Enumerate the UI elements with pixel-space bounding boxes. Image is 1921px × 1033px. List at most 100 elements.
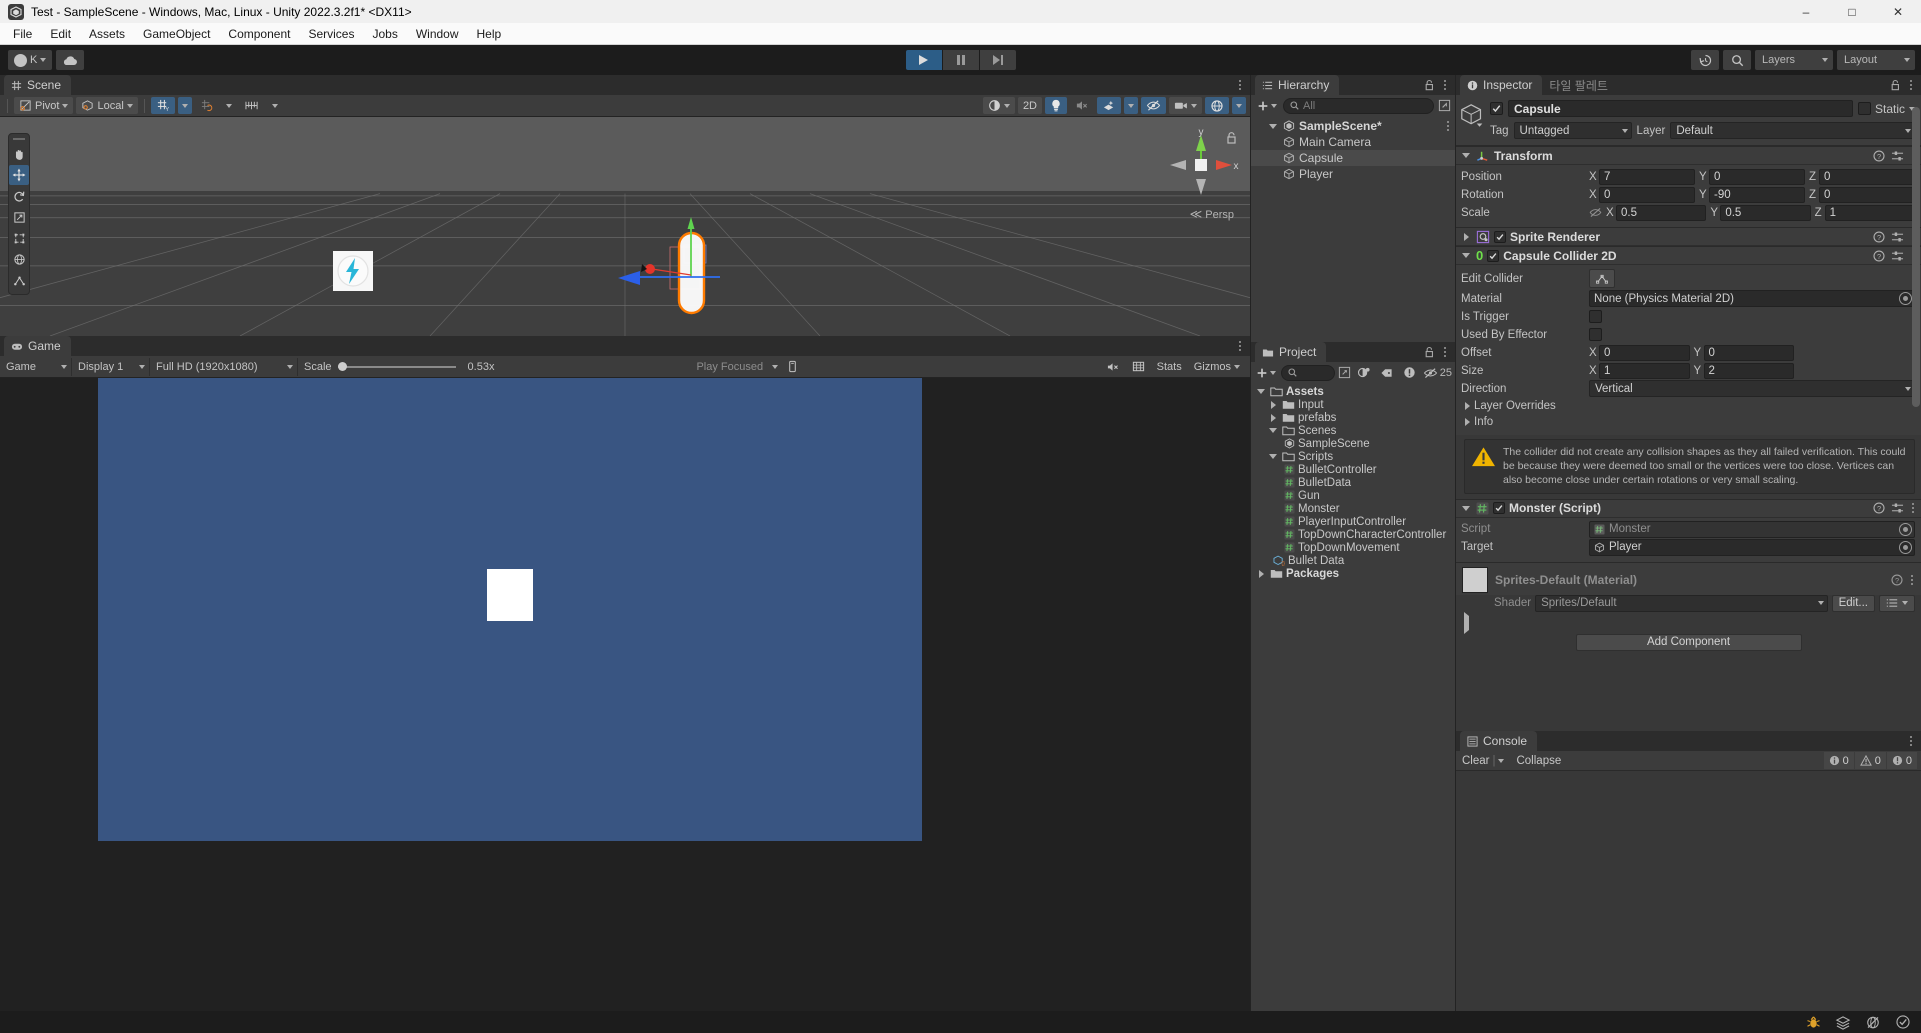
hierarchy-search-box[interactable] bbox=[1283, 97, 1434, 114]
preset-icon[interactable] bbox=[1891, 250, 1904, 262]
tab-console[interactable]: Console bbox=[1460, 731, 1538, 751]
project-item-bulletdata[interactable]: BulletData bbox=[1251, 476, 1455, 489]
resolution-dropdown[interactable]: Full HD (1920x1080) bbox=[150, 357, 298, 376]
expand-toggle[interactable] bbox=[1267, 123, 1279, 129]
material-picker-button[interactable] bbox=[1899, 292, 1912, 305]
project-search-box[interactable] bbox=[1281, 364, 1335, 381]
create-asset-button[interactable] bbox=[1254, 367, 1278, 379]
tag-dropdown[interactable]: Untagged bbox=[1513, 122, 1632, 139]
sprite-renderer-component-header[interactable]: Sprite Renderer ? bbox=[1456, 227, 1921, 246]
gizmos-toggle-button[interactable] bbox=[1205, 97, 1229, 114]
close-button[interactable]: ✕ bbox=[1875, 0, 1921, 23]
play-mode-dropdown[interactable]: Play Focused bbox=[690, 358, 782, 376]
position-z-input[interactable]: 0 bbox=[1819, 168, 1915, 185]
project-search-input[interactable] bbox=[1301, 366, 1328, 379]
project-item-prefabs[interactable]: prefabs bbox=[1251, 411, 1455, 424]
console-log-list[interactable] bbox=[1456, 771, 1921, 1011]
expand-toggle[interactable] bbox=[1460, 232, 1472, 241]
tab-scene[interactable]: Scene bbox=[4, 75, 72, 95]
step-button[interactable] bbox=[979, 50, 1016, 70]
hierarchy-item-player[interactable]: Player bbox=[1251, 166, 1455, 182]
display-dropdown[interactable]: Display 1 bbox=[72, 357, 150, 376]
expand-toggle[interactable] bbox=[1267, 400, 1279, 409]
project-item-scripts[interactable]: Scripts bbox=[1251, 450, 1455, 463]
project-menu-button[interactable] bbox=[1442, 345, 1448, 359]
material-component-header[interactable]: Sprites-Default (Material) ? bbox=[1456, 561, 1921, 595]
project-item-topdownmovement[interactable]: TopDownMovement bbox=[1251, 541, 1455, 554]
menu-component[interactable]: Component bbox=[219, 24, 299, 44]
cloud-button[interactable] bbox=[56, 50, 85, 70]
help-icon[interactable]: ? bbox=[1891, 573, 1903, 586]
material-object-field[interactable]: None (Physics Material 2D) bbox=[1589, 290, 1915, 307]
menu-window[interactable]: Window bbox=[407, 24, 468, 44]
edit-collider-button[interactable] bbox=[1589, 269, 1615, 288]
console-clear-button[interactable]: Clear | bbox=[1456, 752, 1510, 770]
hierarchy-expand-icon[interactable] bbox=[1438, 99, 1451, 112]
custom-tool-button[interactable] bbox=[9, 270, 29, 290]
scene-viewport[interactable]: y x ≪ Persp bbox=[0, 117, 1250, 336]
hierarchy-search-input[interactable] bbox=[1303, 99, 1427, 112]
error-filter-button[interactable] bbox=[1400, 364, 1420, 381]
rotation-z-input[interactable]: 0 bbox=[1819, 186, 1915, 203]
move-tool-button[interactable] bbox=[9, 165, 29, 185]
project-item-input[interactable]: Input bbox=[1251, 398, 1455, 411]
collider-component-header[interactable]: 0 Capsule Collider 2D ? bbox=[1456, 246, 1921, 265]
console-error-badge[interactable]: 0 bbox=[1886, 752, 1917, 769]
game-menu-button[interactable] bbox=[1237, 339, 1243, 353]
hierarchy-item-capsule[interactable]: Capsule bbox=[1251, 150, 1455, 166]
menu-gameobject[interactable]: GameObject bbox=[134, 24, 219, 44]
expand-toggle[interactable] bbox=[1460, 505, 1472, 511]
rect-tool-button[interactable] bbox=[9, 228, 29, 248]
menu-edit[interactable]: Edit bbox=[41, 24, 80, 44]
offset-x-input[interactable]: 0 bbox=[1599, 344, 1690, 361]
project-item-packages[interactable]: Packages bbox=[1251, 567, 1455, 580]
lock-icon[interactable] bbox=[1424, 79, 1435, 91]
direction-dropdown[interactable]: Vertical bbox=[1589, 380, 1915, 397]
grid-size-button[interactable] bbox=[239, 97, 265, 114]
toggle-2d-button[interactable]: 2D bbox=[1017, 97, 1042, 114]
scale-tool-button[interactable] bbox=[9, 207, 29, 227]
layer-dropdown[interactable]: Default bbox=[1670, 122, 1915, 139]
scale-slider-track[interactable] bbox=[337, 361, 456, 371]
hidden-objects-button[interactable] bbox=[1141, 97, 1166, 114]
shading-mode-button[interactable] bbox=[982, 97, 1015, 114]
menu-file[interactable]: File bbox=[4, 24, 41, 44]
expand-toggle[interactable] bbox=[1460, 253, 1472, 258]
preset-icon[interactable] bbox=[1891, 231, 1904, 243]
expand-toggle[interactable] bbox=[1267, 428, 1279, 433]
minimize-button[interactable]: – bbox=[1783, 0, 1829, 23]
project-tree[interactable]: Assets Input prefabs Scenes SampleScene … bbox=[1251, 383, 1455, 1011]
layout-dropdown[interactable]: Layout bbox=[1837, 50, 1915, 70]
snap-increment-dropdown[interactable] bbox=[222, 97, 236, 114]
scene-audio-button[interactable] bbox=[1070, 97, 1094, 114]
scale-z-input[interactable]: 1 bbox=[1824, 204, 1915, 221]
inspector-menu-button[interactable] bbox=[1908, 78, 1914, 92]
hierarchy-item-main-camera[interactable]: Main Camera bbox=[1251, 134, 1455, 150]
inspector-content[interactable]: Capsule Static Tag Untagged Layer Defaul… bbox=[1456, 95, 1921, 731]
project-item-bulletcontroller[interactable]: BulletController bbox=[1251, 463, 1455, 476]
position-y-input[interactable]: 0 bbox=[1709, 168, 1805, 185]
console-warning-badge[interactable]: 0 bbox=[1854, 752, 1886, 769]
static-toggle-group[interactable]: Static bbox=[1857, 102, 1915, 116]
mute-audio-button[interactable] bbox=[782, 358, 803, 376]
filter-by-label-button[interactable] bbox=[1377, 364, 1397, 381]
tab-project[interactable]: Project bbox=[1255, 342, 1327, 362]
bug-status-icon[interactable] bbox=[1806, 1015, 1821, 1030]
static-checkbox[interactable] bbox=[1857, 102, 1871, 115]
search-button[interactable] bbox=[1723, 50, 1751, 70]
is-trigger-checkbox[interactable] bbox=[1589, 310, 1602, 323]
console-menu-button[interactable] bbox=[1908, 734, 1914, 748]
shader-options-button[interactable] bbox=[1879, 594, 1915, 612]
shader-dropdown[interactable]: Sprites/Default bbox=[1535, 594, 1828, 612]
rotation-y-input[interactable]: -90 bbox=[1709, 186, 1805, 203]
info-foldout[interactable]: Info bbox=[1461, 414, 1915, 430]
game-audio-button[interactable] bbox=[1102, 358, 1124, 376]
rotation-x-input[interactable]: 0 bbox=[1599, 186, 1695, 203]
expand-toggle[interactable] bbox=[1465, 418, 1470, 426]
help-icon[interactable]: ? bbox=[1873, 149, 1885, 162]
create-object-button[interactable] bbox=[1255, 100, 1279, 112]
project-item-gun[interactable]: Gun bbox=[1251, 489, 1455, 502]
help-icon[interactable]: ? bbox=[1873, 230, 1885, 243]
scene-menu-button[interactable] bbox=[1237, 78, 1243, 92]
console-collapse-button[interactable]: Collapse bbox=[1510, 752, 1567, 770]
